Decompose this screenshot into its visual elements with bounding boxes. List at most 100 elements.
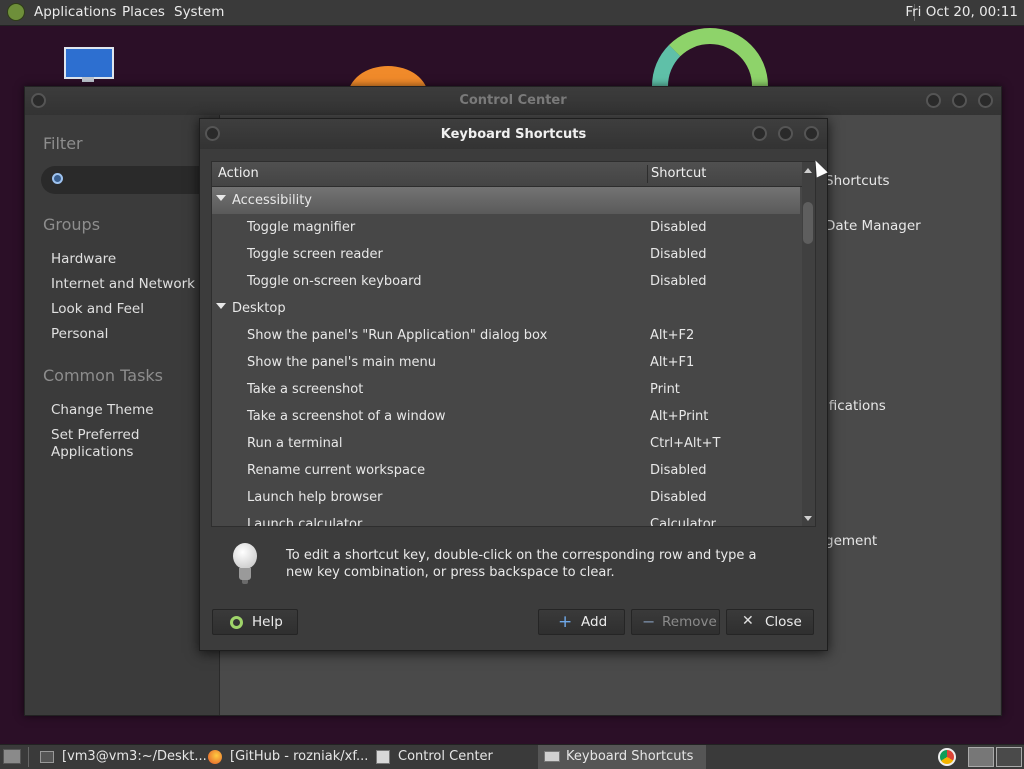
action-label: Show the panel's "Run Application" dialo… (247, 328, 548, 343)
task-control-center-label: Control Center (398, 749, 493, 764)
tree-rows: Accessibility Toggle magnifier Disabled Tog… (212, 187, 802, 526)
control-center-icon (376, 750, 390, 764)
tree-row[interactable]: Launch calculator Calculator (212, 511, 800, 527)
tree-row[interactable]: Rename current workspace Disabled (212, 457, 800, 484)
filter-search-input[interactable] (41, 166, 221, 194)
places-menu[interactable]: Places (122, 4, 165, 20)
shortcut-value: Disabled (650, 220, 707, 235)
task-browser[interactable]: [GitHub - rozniak/xf... (202, 745, 370, 769)
tree-category-row[interactable]: Accessibility (212, 187, 800, 214)
vertical-scrollbar[interactable] (802, 162, 815, 526)
group-look-and-feel[interactable]: Look and Feel (51, 301, 144, 318)
action-label: Show the panel's main menu (247, 355, 436, 370)
search-icon (52, 173, 63, 184)
shortcut-value: Disabled (650, 463, 707, 478)
task-keyboard-shortcuts[interactable]: Keyboard Shortcuts (538, 745, 706, 769)
tree-header: Action Shortcut (212, 162, 802, 187)
close-button[interactable] (804, 126, 819, 141)
tree-category-row[interactable]: Desktop (212, 295, 800, 322)
top-panel: Applications Places System Fri Oct 20, 0… (0, 0, 1024, 26)
shortcut-value: Alt+Print (650, 409, 709, 424)
maximize-button[interactable] (952, 93, 967, 108)
task-control-center[interactable]: Control Center (370, 745, 536, 769)
filter-heading: Filter (43, 134, 83, 153)
tree-row[interactable]: Launch help browser Disabled (212, 484, 800, 511)
close-dialog-button[interactable]: ✕ Close (726, 609, 814, 635)
control-center-title: Control Center (459, 93, 567, 108)
shortcut-column-header[interactable]: Shortcut (651, 166, 706, 181)
workspace-switcher-2[interactable] (996, 747, 1022, 767)
shortcut-value: Disabled (650, 490, 707, 505)
action-label: Run a terminal (247, 436, 343, 451)
task-keyboard-shortcuts-label: Keyboard Shortcuts (566, 749, 694, 764)
bottom-taskbar: [vm3@vm3:~/Deskt... [GitHub - rozniak/xf… (0, 744, 1024, 769)
keyboard-shortcuts-dialog: Keyboard Shortcuts Action Shortcut Acces… (199, 118, 828, 651)
item-shortcuts-peek[interactable]: Shortcuts (825, 173, 890, 189)
shortcuts-tree[interactable]: Action Shortcut Accessibility Toggle magn… (211, 161, 816, 527)
tree-row[interactable]: Run a terminal Ctrl+Alt+T (212, 430, 800, 457)
action-column-header[interactable]: Action (218, 166, 259, 181)
tree-row[interactable]: Show the panel's "Run Application" dialo… (212, 322, 800, 349)
scroll-down-arrow-icon[interactable] (804, 516, 812, 521)
item-management-peek[interactable]: gement (825, 533, 877, 549)
group-hardware[interactable]: Hardware (51, 251, 116, 268)
tree-row[interactable]: Take a screenshot Print (212, 376, 800, 403)
expander-arrow-icon[interactable] (216, 303, 226, 309)
maximize-button[interactable] (778, 126, 793, 141)
dialog-title: Keyboard Shortcuts (440, 127, 587, 142)
shortcut-value: Print (650, 382, 680, 397)
workspace-switcher[interactable] (968, 747, 994, 767)
action-label: Rename current workspace (247, 463, 426, 478)
action-label: Toggle magnifier (247, 220, 356, 235)
help-button-label: Help (252, 614, 283, 630)
tree-row[interactable]: Toggle screen reader Disabled (212, 241, 800, 268)
computer-desktop-icon[interactable] (64, 47, 114, 83)
help-button[interactable]: Help (212, 609, 298, 635)
remove-button[interactable]: − Remove (631, 609, 720, 635)
task-set-preferred-applications[interactable]: Set Preferred Applications (51, 427, 201, 461)
close-button[interactable] (978, 93, 993, 108)
dialog-titlebar[interactable]: Keyboard Shortcuts (200, 119, 827, 149)
close-button-label: Close (765, 614, 802, 630)
add-button-label: Add (581, 614, 608, 630)
action-label: Launch calculator (247, 517, 363, 527)
action-label: Toggle on-screen keyboard (247, 274, 422, 289)
tree-row[interactable]: Show the panel's main menu Alt+F1 (212, 349, 800, 376)
show-desktop-icon[interactable] (3, 749, 21, 764)
add-button[interactable]: + Add (538, 609, 625, 635)
task-terminal-label: [vm3@vm3:~/Deskt... (62, 749, 207, 764)
category-label: Desktop (232, 301, 286, 316)
minimize-button[interactable] (752, 126, 767, 141)
applications-menu[interactable]: Applications (34, 4, 116, 20)
tree-row[interactable]: Toggle on-screen keyboard Disabled (212, 268, 800, 295)
shortcut-value: Alt+F1 (650, 355, 695, 370)
distro-logo-icon[interactable] (7, 3, 25, 21)
lightbulb-icon (230, 543, 260, 587)
minimize-button[interactable] (926, 93, 941, 108)
control-center-titlebar[interactable]: Control Center (25, 87, 1001, 115)
scrollbar-thumb[interactable] (803, 202, 813, 244)
item-notifications-peek[interactable]: ifications (825, 398, 886, 414)
remove-icon: − (642, 612, 656, 631)
taskbar-separator (28, 747, 29, 767)
close-icon: ✕ (742, 613, 754, 629)
shortcut-value: Alt+F2 (650, 328, 695, 343)
expander-arrow-icon[interactable] (216, 195, 226, 201)
scroll-up-arrow-icon[interactable] (804, 168, 812, 173)
keyboard-icon (544, 751, 560, 762)
common-tasks-heading: Common Tasks (43, 366, 164, 385)
clock[interactable]: Fri Oct 20, 00:11 (905, 4, 1018, 20)
group-personal[interactable]: Personal (51, 326, 108, 343)
action-label: Take a screenshot (247, 382, 364, 397)
terminal-icon (40, 751, 54, 763)
chrome-tray-icon[interactable] (938, 748, 956, 766)
tree-row[interactable]: Take a screenshot of a window Alt+Print (212, 403, 800, 430)
item-date-manager-peek[interactable]: Date Manager (825, 218, 921, 234)
shortcut-value: Disabled (650, 274, 707, 289)
tree-row[interactable]: Toggle magnifier Disabled (212, 214, 800, 241)
task-change-theme[interactable]: Change Theme (51, 402, 154, 419)
column-separator[interactable] (647, 165, 648, 183)
system-menu[interactable]: System (174, 4, 224, 20)
group-internet-network[interactable]: Internet and Network (51, 276, 195, 293)
task-terminal[interactable]: [vm3@vm3:~/Deskt... (34, 745, 207, 769)
